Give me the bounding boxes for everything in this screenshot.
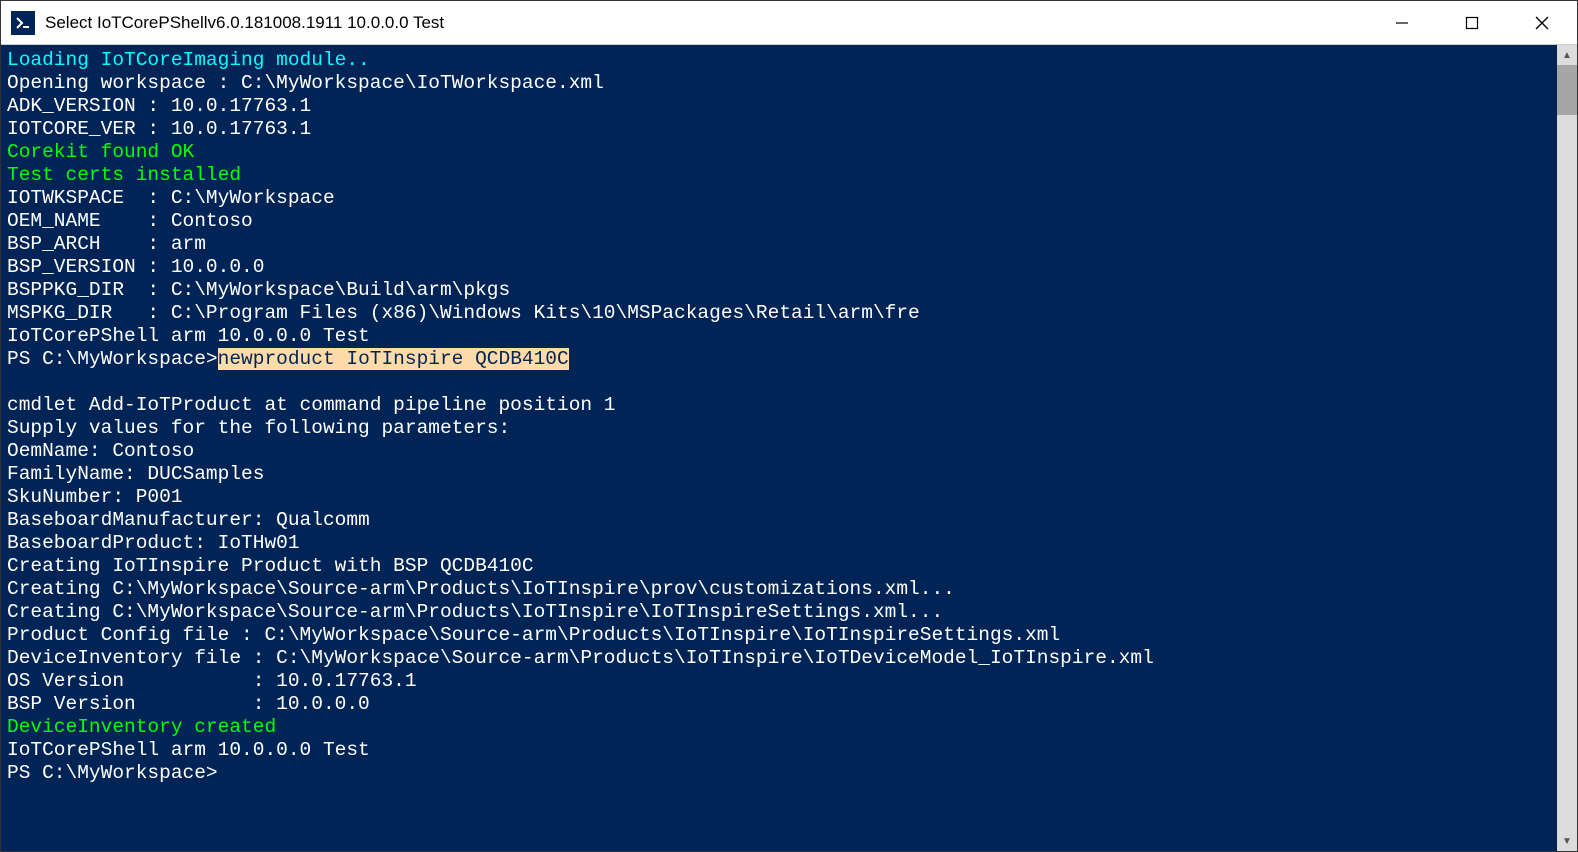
terminal-line: OS Version : 10.0.17763.1 <box>7 670 417 692</box>
terminal-output[interactable]: Loading IoTCoreImaging module.. Opening … <box>1 45 1557 851</box>
terminal-line: BaseboardManufacturer: Qualcomm <box>7 509 370 531</box>
close-button[interactable] <box>1507 1 1577 44</box>
terminal-line: BaseboardProduct: IoTHw01 <box>7 532 300 554</box>
terminal-line: SkuNumber: P001 <box>7 486 183 508</box>
terminal-line: DeviceInventory created <box>7 716 276 738</box>
terminal-line: Supply values for the following paramete… <box>7 417 510 439</box>
terminal-line: Creating C:\MyWorkspace\Source-arm\Produ… <box>7 578 955 600</box>
terminal-line: Product Config file : C:\MyWorkspace\Sou… <box>7 624 1060 646</box>
maximize-button[interactable] <box>1437 1 1507 44</box>
powershell-icon <box>11 11 35 35</box>
terminal-line: BSPPKG_DIR : C:\MyWorkspace\Build\arm\pk… <box>7 279 510 301</box>
terminal-line: MSPKG_DIR : C:\Program Files (x86)\Windo… <box>7 302 920 324</box>
terminal-line: IoTCorePShell arm 10.0.0.0 Test <box>7 325 370 347</box>
scroll-up-arrow[interactable]: ▲ <box>1557 45 1577 65</box>
scroll-down-arrow[interactable]: ▼ <box>1557 831 1577 851</box>
terminal-line: Opening workspace : C:\MyWorkspace\IoTWo… <box>7 72 604 94</box>
terminal-line: IoTCorePShell arm 10.0.0.0 Test <box>7 739 370 761</box>
minimize-button[interactable] <box>1367 1 1437 44</box>
terminal-line: FamilyName: DUCSamples <box>7 463 264 485</box>
terminal-line: IOTWKSPACE : C:\MyWorkspace <box>7 187 335 209</box>
terminal-line: Test certs installed <box>7 164 241 186</box>
scroll-thumb[interactable] <box>1557 65 1577 115</box>
scrollbar[interactable]: ▲ ▼ <box>1557 45 1577 851</box>
terminal-line: OEM_NAME : Contoso <box>7 210 253 232</box>
terminal-line: BSP Version : 10.0.0.0 <box>7 693 370 715</box>
terminal-line: Creating C:\MyWorkspace\Source-arm\Produ… <box>7 601 943 623</box>
terminal-line: BSP_VERSION : 10.0.0.0 <box>7 256 264 278</box>
window-titlebar[interactable]: Select IoTCorePShellv6.0.181008.1911 10.… <box>1 1 1577 45</box>
terminal-line: ADK_VERSION : 10.0.17763.1 <box>7 95 311 117</box>
terminal-prompt: PS C:\MyWorkspace> <box>7 348 218 370</box>
window-controls <box>1367 1 1577 44</box>
window-title: Select IoTCorePShellv6.0.181008.1911 10.… <box>45 13 1367 33</box>
terminal-line: OemName: Contoso <box>7 440 194 462</box>
terminal-line: Loading IoTCoreImaging module.. <box>7 49 370 71</box>
terminal-line: cmdlet Add-IoTProduct at command pipelin… <box>7 394 616 416</box>
terminal-command: newproduct IoTInspire QCDB410C <box>218 348 569 370</box>
terminal-line: IOTCORE_VER : 10.0.17763.1 <box>7 118 311 140</box>
terminal-prompt: PS C:\MyWorkspace> <box>7 762 218 784</box>
terminal-line: DeviceInventory file : C:\MyWorkspace\So… <box>7 647 1154 669</box>
terminal-line: Creating IoTInspire Product with BSP QCD… <box>7 555 534 577</box>
terminal-line: BSP_ARCH : arm <box>7 233 206 255</box>
terminal-line: Corekit found OK <box>7 141 194 163</box>
